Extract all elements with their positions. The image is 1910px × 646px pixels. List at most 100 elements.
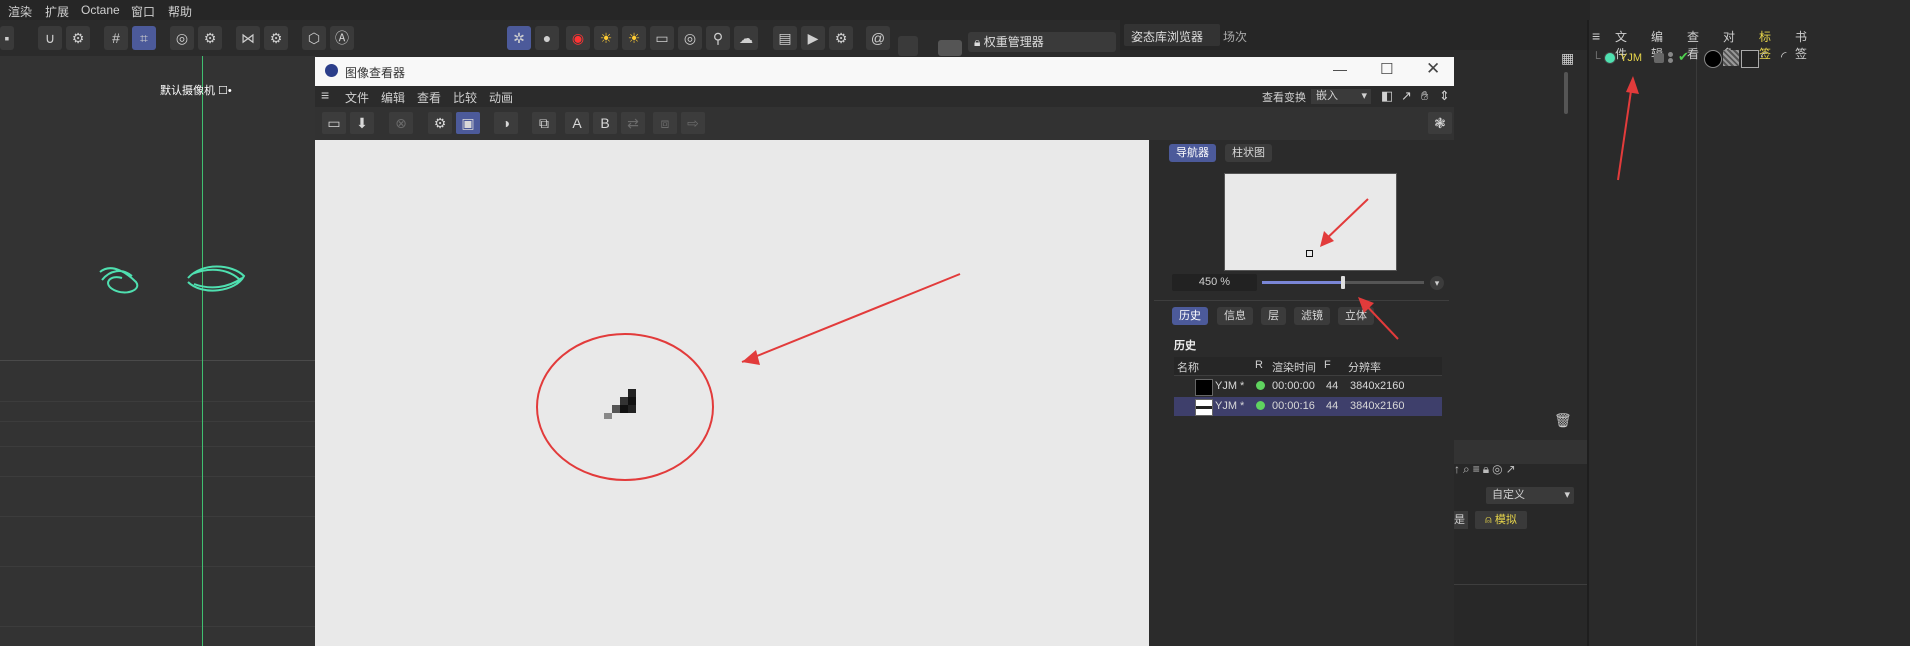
- gear-icon[interactable]: ⚙: [264, 26, 288, 50]
- tab-layers[interactable]: 层: [1261, 307, 1286, 325]
- weight-manager-button[interactable]: 🔒︎ 权重管理器: [968, 32, 1116, 52]
- sun-icon[interactable]: ☀: [622, 26, 646, 50]
- display-tag-icon[interactable]: [1741, 50, 1759, 68]
- simulate-button[interactable]: ⍝ 模拟: [1475, 511, 1527, 529]
- contrast-icon[interactable]: ◑: [494, 112, 518, 134]
- viewer-menu-file[interactable]: 文件: [345, 89, 369, 106]
- hamburger-icon[interactable]: ≡: [321, 87, 329, 103]
- maximize-icon[interactable]: ☐: [1380, 60, 1393, 78]
- viewer-menu-compare[interactable]: 比较: [453, 89, 477, 106]
- bulb-icon[interactable]: ☁: [734, 26, 758, 50]
- 3d-viewport[interactable]: [0, 56, 316, 646]
- menu-window[interactable]: 窗口: [131, 3, 155, 20]
- partial-button[interactable]: 是: [1454, 511, 1468, 529]
- settings-icon[interactable]: ⚙: [66, 26, 90, 50]
- mode-dropdown[interactable]: 自定义 ▾: [1486, 487, 1574, 504]
- hamburger-icon[interactable]: ≡: [1592, 28, 1600, 44]
- col-render-time[interactable]: 渲染时间: [1272, 359, 1316, 375]
- spot-light-icon[interactable]: ⚲: [706, 26, 730, 50]
- col-r[interactable]: R: [1255, 359, 1263, 371]
- texture-tag-icon[interactable]: [1723, 50, 1739, 66]
- obj-menu-bookmarks[interactable]: 书签: [1795, 28, 1807, 62]
- move-tool-icon[interactable]: [898, 36, 918, 56]
- visibility-dot-icon[interactable]: [1668, 52, 1673, 57]
- zoom-menu-icon[interactable]: ▾: [1430, 276, 1444, 290]
- history-row[interactable]: YJM * 00:00:00 44 3840x2160: [1174, 377, 1442, 396]
- magnet-icon[interactable]: ∪: [38, 26, 62, 50]
- image-viewer-titlebar[interactable]: 图像查看器 — ☐ ✕: [315, 57, 1454, 87]
- compare-ab-icon[interactable]: ⧉: [532, 112, 556, 134]
- arc-tag-icon[interactable]: ◜: [1761, 48, 1766, 65]
- minimize-icon[interactable]: —: [1333, 61, 1347, 77]
- grid-view-icon[interactable]: ▦: [1561, 50, 1577, 66]
- tab-history[interactable]: 历史: [1172, 307, 1208, 325]
- tab-histogram[interactable]: 柱状图: [1225, 144, 1272, 162]
- b-icon[interactable]: B: [593, 112, 617, 134]
- attribute-toolbar-icons[interactable]: ↑⌕≡🔒︎◎↗: [1454, 462, 1588, 480]
- menu-help[interactable]: 帮助: [168, 3, 192, 20]
- column-divider: [1696, 44, 1697, 646]
- stop-icon[interactable]: ⊗: [389, 112, 413, 134]
- export-icon[interactable]: ⇨: [681, 112, 705, 134]
- render-region-icon[interactable]: ⚙: [428, 112, 452, 134]
- zoom-field[interactable]: 450 %: [1172, 274, 1257, 291]
- circle-icon[interactable]: ◎: [170, 26, 194, 50]
- sphere-icon[interactable]: ●: [535, 26, 559, 50]
- popout-icon[interactable]: ↗: [1401, 88, 1412, 104]
- viewer-menu-edit[interactable]: 编辑: [381, 89, 405, 106]
- arc-tag-icon[interactable]: ◜: [1781, 48, 1786, 65]
- a-icon[interactable]: A: [565, 112, 589, 134]
- symmetry-icon[interactable]: ⋈: [236, 26, 260, 50]
- render-active-icon[interactable]: ▣: [456, 112, 480, 134]
- sun-icon[interactable]: ☀: [594, 26, 618, 50]
- clapper-icon[interactable]: ▤: [773, 26, 797, 50]
- swap-icon[interactable]: ⇄: [621, 112, 645, 134]
- layout-icon[interactable]: ◧: [1381, 88, 1393, 104]
- spiral-icon[interactable]: @: [866, 26, 890, 50]
- render-settings-icon[interactable]: ❃: [1428, 112, 1452, 134]
- tab-navigator[interactable]: 导航器: [1169, 144, 1216, 162]
- target-icon[interactable]: ◎: [678, 26, 702, 50]
- layer-icon[interactable]: [1654, 53, 1664, 63]
- tab-takes[interactable]: 场次: [1223, 28, 1247, 45]
- a-icon[interactable]: Ⓐ: [330, 26, 354, 50]
- grid-icon[interactable]: #: [104, 26, 128, 50]
- viewer-menu-animation[interactable]: 动画: [489, 89, 513, 106]
- overlay-icon[interactable]: ⧈: [653, 112, 677, 134]
- col-resolution[interactable]: 分辨率: [1348, 359, 1381, 375]
- trash-icon[interactable]: 🗑︎: [1554, 412, 1572, 429]
- col-frame[interactable]: F: [1324, 359, 1331, 371]
- app-menubar: 渲染 扩展 Octane 窗口 帮助: [0, 0, 1590, 20]
- pin-icon[interactable]: ⇕: [1439, 88, 1450, 104]
- tool-button[interactable]: [938, 40, 962, 56]
- render-dot-icon[interactable]: [1668, 58, 1673, 63]
- material-tag-icon[interactable]: [1704, 50, 1722, 68]
- hand-icon[interactable]: ✋︎: [1421, 88, 1428, 104]
- menu-octane[interactable]: Octane: [81, 3, 120, 17]
- camera-render-icon[interactable]: ◉: [566, 26, 590, 50]
- view-transform-dropdown[interactable]: 嵌入 ▾: [1311, 89, 1371, 104]
- clapper-settings-icon[interactable]: ⚙: [829, 26, 853, 50]
- checkmark-icon[interactable]: ✔: [1678, 49, 1689, 65]
- panel-toggle-button[interactable]: ▪: [0, 26, 14, 50]
- camera-label[interactable]: 默认摄像机 ☐•: [160, 82, 232, 98]
- clapper-play-icon[interactable]: ▶: [801, 26, 825, 50]
- object-row[interactable]: └ YJM: [1592, 50, 1712, 68]
- menu-render[interactable]: 渲染: [8, 3, 32, 20]
- gear-icon[interactable]: ⚙: [198, 26, 222, 50]
- panel-splitter[interactable]: [1587, 20, 1589, 646]
- menu-extensions[interactable]: 扩展: [45, 3, 69, 20]
- octane-icon[interactable]: ✲: [507, 26, 531, 50]
- open-folder-icon[interactable]: ▭: [322, 112, 346, 134]
- light-icon[interactable]: ▭: [650, 26, 674, 50]
- history-row-selected[interactable]: YJM * 00:00:16 44 3840x2160: [1174, 397, 1442, 416]
- col-name[interactable]: 名称: [1177, 359, 1199, 375]
- tab-info[interactable]: 信息: [1217, 307, 1253, 325]
- snap-grid-icon[interactable]: ⌗: [132, 26, 156, 50]
- cube-icon[interactable]: ⬡: [302, 26, 326, 50]
- close-icon[interactable]: ✕: [1426, 59, 1440, 79]
- spline-object-shapes[interactable]: [92, 260, 252, 300]
- save-icon[interactable]: ⬇: [350, 112, 374, 134]
- scrollbar[interactable]: [1564, 72, 1568, 114]
- viewer-menu-view[interactable]: 查看: [417, 89, 441, 106]
